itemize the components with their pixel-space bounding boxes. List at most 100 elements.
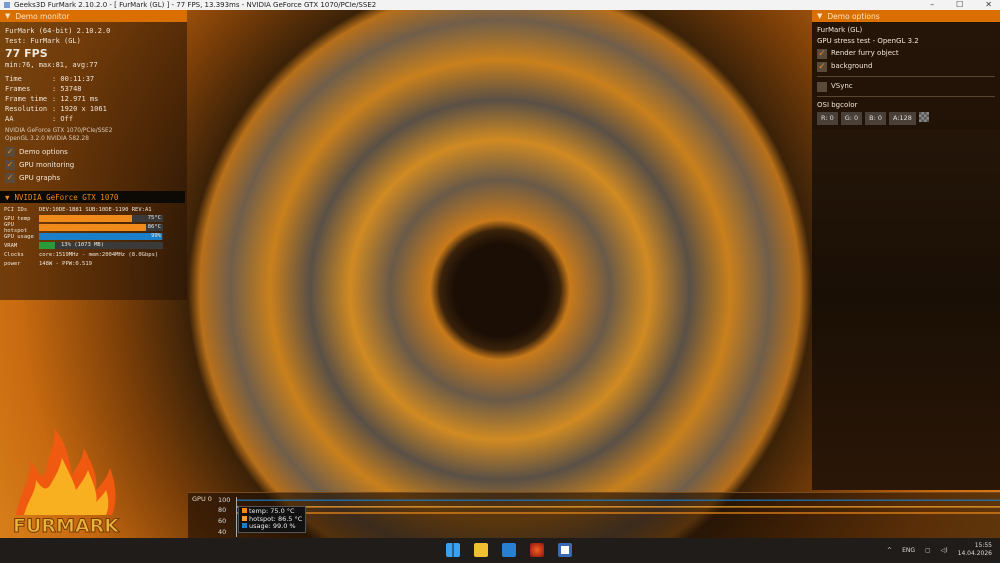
demo-name: FurMark (GL): [817, 26, 863, 34]
network-icon[interactable]: ▢: [925, 547, 931, 554]
clocks-value: core:1519MHz - mem:2004MHz (8.0Gbps): [39, 251, 159, 258]
y-tick-label: 40: [218, 527, 227, 536]
metric-bar-fill: [39, 233, 162, 240]
bgcolor-label: OSI bgcolor: [817, 101, 858, 109]
metric-value: 86°C: [147, 224, 161, 230]
demo-description: GPU stress test - OpenGL 3.2: [817, 37, 919, 45]
file-explorer-icon[interactable]: [474, 543, 488, 557]
green-field[interactable]: G: 0: [840, 112, 863, 125]
language-indicator[interactable]: ENG: [902, 547, 915, 554]
vsync-checkbox[interactable]: VSync: [817, 80, 995, 93]
maximize-button[interactable]: ☐: [956, 0, 963, 10]
app-version: FurMark (64-bit) 2.10.2.0: [5, 27, 111, 35]
color-swatch[interactable]: [918, 112, 929, 122]
checkbox-label: VSync: [831, 82, 853, 90]
graph-legend: temp: 75.0 °C hotspot: 86.5 °C usage: 99.0…: [238, 506, 307, 533]
metric-bar-fill: [39, 242, 56, 249]
divider: [817, 96, 995, 97]
legend-swatch: [242, 523, 247, 528]
legend-label: usage: 99.0 %: [249, 522, 296, 530]
renderer-info: NVIDIA GeForce GTX 1070/PCIe/SSE2: [5, 128, 113, 134]
taskbar: ^ ENG ▢ ◁) 15:55 14.04.2026: [0, 538, 1000, 563]
tray-overflow-icon[interactable]: ^: [887, 547, 892, 554]
active-app-icon[interactable]: [558, 543, 572, 557]
demo-options-header[interactable]: ▼ Demo options: [812, 10, 1000, 22]
start-icon[interactable]: [446, 543, 460, 557]
legend-swatch: [242, 515, 247, 521]
demo-monitor-panel: ▼ Demo monitor FurMark (64-bit) 2.10.2.0 …: [0, 10, 187, 300]
checkbox-render-furry-object[interactable]: ✓ Render furry object: [817, 47, 995, 60]
gpu-name: NVIDIA GeForce GTX 1070: [14, 192, 119, 202]
stat-value: : 12.971 ms: [52, 95, 99, 103]
app-icon: [4, 2, 10, 8]
stat-value: : Off: [52, 115, 74, 123]
stat-label: Resolution: [5, 105, 48, 113]
checkbox-demo-options[interactable]: ✓ Demo options: [5, 145, 182, 158]
y-tick-label: 80: [218, 506, 227, 515]
checkmark-icon: ✓: [817, 61, 827, 72]
close-button[interactable]: ✕: [985, 0, 992, 10]
collapse-icon: ▼: [5, 12, 11, 20]
metric-label: VRAM: [4, 242, 18, 249]
metric-bar-fill: [39, 215, 132, 222]
stat-row: Time: 00:11:37: [5, 74, 182, 84]
metric-value: 13% (1073 MB): [61, 242, 105, 248]
app-icon[interactable]: [502, 543, 516, 557]
fps-stats: min:76, max:81, avg:77: [5, 61, 98, 69]
gpu-section-header[interactable]: ▼ NVIDIA GeForce GTX 1070: [0, 191, 185, 203]
stat-row: AA : Off: [5, 114, 182, 124]
metric-value: 75°C: [147, 215, 161, 221]
furmark-logo: FURMARK: [12, 428, 120, 538]
blue-field[interactable]: B: 0: [865, 112, 887, 125]
checkbox-label: GPU monitoring: [19, 160, 75, 169]
checkbox-background[interactable]: ✓ background: [817, 60, 995, 73]
clocks-label: Clocks: [4, 251, 24, 258]
panel-title: Demo options: [827, 11, 880, 21]
checkmark-icon: ✓: [5, 172, 15, 183]
metric-bar: 75°C: [39, 215, 163, 222]
time: 15:55: [974, 542, 992, 549]
gpu-graph-plot: [236, 497, 1000, 537]
stat-value: : 1920 x 1061: [52, 105, 107, 113]
title-bar: Geeks3D FurMark 2.10.2.0 - [ FurMark (GL…: [0, 0, 1000, 10]
stat-row: Frame time: 12.971 ms: [5, 94, 182, 104]
stat-value: : 53748: [52, 85, 82, 93]
stat-label: AA: [5, 115, 14, 123]
logo-text: FURMARK: [13, 515, 120, 537]
gpu-metric-row: GPU hotspot 86°C: [0, 221, 187, 234]
alpha-field[interactable]: A:128: [889, 112, 916, 125]
stat-label: Frames: [5, 85, 31, 93]
metric-bar: 86°C: [39, 224, 163, 231]
power-label: power: [4, 260, 21, 267]
checkbox-label: Render furry object: [831, 49, 899, 57]
divider: [817, 76, 995, 77]
checkbox-gpu-graphs[interactable]: ✓ GPU graphs: [5, 171, 182, 184]
metric-label: GPU usage: [4, 233, 34, 240]
gpu-metric-row: GPU usage 99%: [0, 232, 187, 241]
checkbox-gpu-monitoring[interactable]: ✓ GPU monitoring: [5, 158, 182, 171]
metric-label: GPU hotspot: [4, 221, 28, 234]
furmark-icon[interactable]: [530, 543, 544, 557]
stat-row: Resolution : 1920 x 1061: [5, 104, 182, 114]
gpu-graph-panel: GPU 0 100 80 60 40 temp: 75.0 °C hotspot: 86…: [188, 492, 1000, 538]
checkbox-label: GPU graphs: [19, 173, 61, 182]
pci-label: PCI IDs: [4, 206, 28, 213]
minimize-button[interactable]: –: [930, 0, 934, 10]
y-tick-label: 100: [218, 495, 231, 504]
checkbox-label: background: [831, 62, 873, 70]
window-title: Geeks3D FurMark 2.10.2.0 - [ FurMark (GL…: [14, 1, 377, 9]
legend-entry: usage: 99.0 %: [242, 522, 302, 531]
clock[interactable]: 15:55 14.04.2026: [958, 542, 992, 558]
metric-value: 99%: [151, 233, 161, 239]
volume-icon[interactable]: ◁): [941, 547, 948, 554]
checkmark-icon: ✓: [5, 146, 15, 157]
demo-options-panel: ▼ Demo options FurMark (GL) GPU stress te…: [812, 10, 1000, 130]
graph-label: GPU 0: [192, 495, 212, 503]
red-field[interactable]: R: 0: [817, 112, 838, 125]
date: 14.04.2026: [957, 550, 992, 557]
panel-title: Demo monitor: [15, 11, 70, 21]
collapse-icon: ▼: [5, 192, 10, 202]
fps-readout: 77 FPS: [5, 47, 48, 60]
demo-monitor-header[interactable]: ▼ Demo monitor: [0, 10, 187, 22]
stat-value: : 00:11:37: [52, 75, 95, 83]
